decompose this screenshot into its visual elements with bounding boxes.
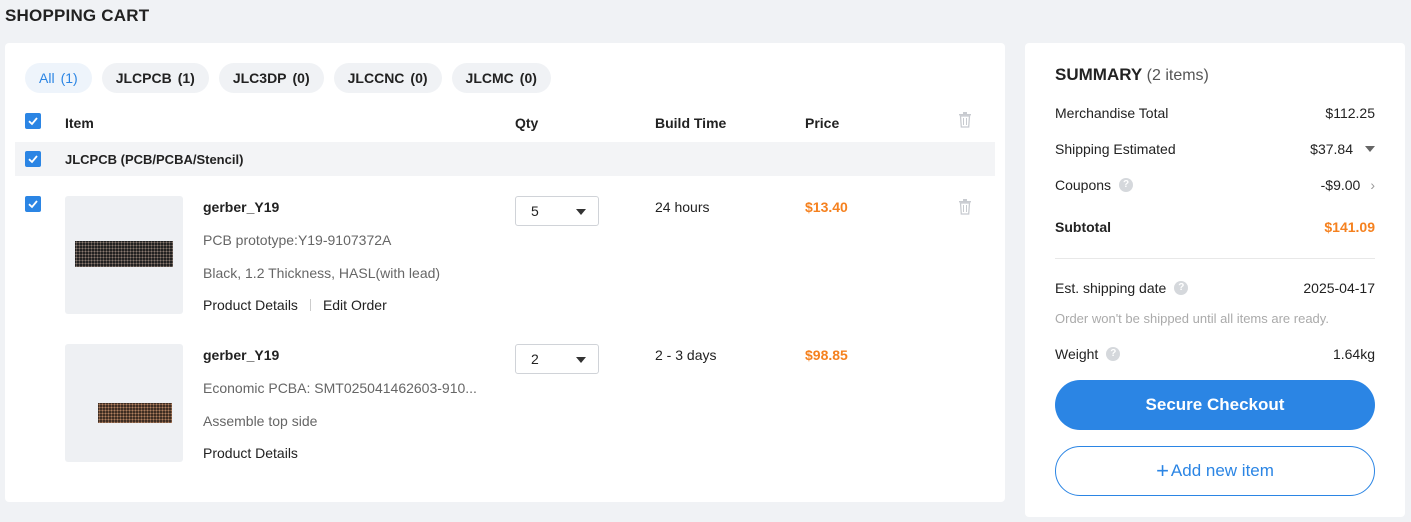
tab-count: (0) [519,70,537,86]
tab-count: (1) [177,70,195,86]
product-thumbnail[interactable] [65,344,183,462]
subtotal-value: $141.09 [1324,219,1375,235]
quantity-select[interactable]: 5 [515,196,599,226]
item-description: Economic PCBA: SMT025041462603-910... [203,380,477,396]
secure-checkout-button[interactable]: Secure Checkout [1055,380,1375,430]
header-qty: Qty [515,115,539,131]
weight-label-wrap: Weight ? [1055,346,1121,362]
caret-down-icon [576,209,586,215]
group-row: JLCPCB (PCB/PCBA/Stencil) [15,142,995,176]
merchandise-value: $112.25 [1325,105,1375,121]
item-specs: Assemble top side [203,413,318,429]
pcb-image [75,241,173,267]
cart-panel: All (1) JLCPCB (1) JLC3DP (0) JLCCNC (0)… [5,43,1005,502]
checkbox-checked-icon [28,155,38,164]
group-checkbox[interactable] [25,151,41,167]
caret-down-icon [1365,146,1375,152]
weight-row: Weight ? 1.64kg [1055,346,1375,362]
tab-count: (1) [60,70,78,86]
item-specs: Black, 1.2 Thickness, HASL(with lead) [203,265,441,281]
item-links: Product Details [203,445,298,461]
quantity-value: 2 [531,351,539,367]
shipping-note: Order won't be shipped until all items a… [1055,311,1329,326]
tab-count: (0) [410,70,428,86]
link-divider [309,299,311,311]
subtotal-row: Subtotal $141.09 [1055,219,1375,235]
ship-date-label: Est. shipping date [1055,280,1167,296]
pcba-image [98,403,172,423]
tab-label: JLCPCB [115,70,172,86]
ship-date-value: 2025-04-17 [1303,280,1375,296]
tab-jlcmc[interactable]: JLCMC (0) [451,63,551,93]
item-description: PCB prototype:Y19-9107372A [203,232,392,248]
item-price: $98.85 [805,347,848,363]
header-item: Item [65,115,94,131]
coupons-row: Coupons ? -$9.00 › [1055,177,1375,193]
question-icon[interactable]: ? [1106,347,1121,361]
edit-order-link[interactable]: Edit Order [323,297,387,313]
weight-label: Weight [1055,346,1099,362]
group-label: JLCPCB (PCB/PCBA/Stencil) [65,152,244,167]
add-new-item-button[interactable]: + Add new item [1055,446,1375,496]
product-details-link[interactable]: Product Details [203,445,298,461]
trash-icon[interactable] [958,199,972,215]
subtotal-label: Subtotal [1055,219,1111,235]
product-details-link[interactable]: Product Details [203,297,298,313]
tab-jlccnc[interactable]: JLCCNC (0) [333,63,442,93]
shipping-label: Shipping Estimated [1055,141,1176,157]
coupons-label-wrap: Coupons ? [1055,177,1134,193]
tab-label: JLCMC [465,70,514,86]
quantity-value: 5 [531,203,539,219]
checkbox-checked-icon [28,117,38,126]
item-price: $13.40 [805,199,848,215]
trash-icon[interactable] [958,112,972,128]
shipping-value: $37.84 [1310,141,1353,157]
header-price: Price [805,115,840,131]
item-links: Product Details Edit Order [203,297,387,313]
tab-jlcpcb[interactable]: JLCPCB (1) [101,63,209,93]
quantity-select[interactable]: 2 [515,344,599,374]
checkbox-checked-icon [28,200,38,209]
question-icon[interactable]: ? [1174,281,1189,295]
caret-down-icon [576,357,586,363]
product-thumbnail[interactable] [65,196,183,314]
select-all-checkbox[interactable] [25,113,41,129]
plus-icon: + [1156,458,1169,483]
shipping-row: Shipping Estimated $37.84 [1055,141,1375,157]
tab-label: JLC3DP [232,70,287,86]
shipping-date-row: Est. shipping date ? 2025-04-17 [1055,280,1375,296]
summary-panel: SUMMARY (2 items) Merchandise Total $112… [1025,43,1405,517]
merchandise-label: Merchandise Total [1055,105,1169,121]
tab-label: All [39,70,55,86]
build-time: 2 - 3 days [655,347,717,363]
coupons-label: Coupons [1055,177,1112,193]
question-icon[interactable]: ? [1119,178,1134,192]
header-build-time: Build Time [655,115,727,131]
page-title: SHOPPING CART [5,6,150,25]
tab-label: JLCCNC [347,70,405,86]
category-tabs: All (1) JLCPCB (1) JLC3DP (0) JLCCNC (0)… [25,63,551,93]
tab-jlc3dp[interactable]: JLC3DP (0) [218,63,324,93]
item-name: gerber_Y19 [203,347,280,363]
tab-all[interactable]: All (1) [25,63,92,93]
shipping-value-wrap[interactable]: $37.84 [1310,141,1375,157]
merchandise-total-row: Merchandise Total $112.25 [1055,105,1375,121]
item-checkbox[interactable] [25,196,41,212]
tab-count: (0) [292,70,310,86]
weight-value: 1.64kg [1332,346,1375,362]
summary-heading: SUMMARY [1055,65,1142,84]
build-time: 24 hours [655,199,710,215]
summary-items-count: (2 items) [1146,67,1209,84]
add-new-item-label: Add new item [1170,461,1274,480]
chevron-right-icon: › [1370,177,1375,193]
ship-date-label-wrap: Est. shipping date ? [1055,280,1189,296]
summary-title: SUMMARY (2 items) [1055,65,1209,85]
coupons-value: -$9.00 [1320,177,1361,193]
coupons-value-wrap[interactable]: -$9.00 › [1321,177,1375,193]
summary-divider [1055,258,1375,259]
item-name: gerber_Y19 [203,199,280,215]
